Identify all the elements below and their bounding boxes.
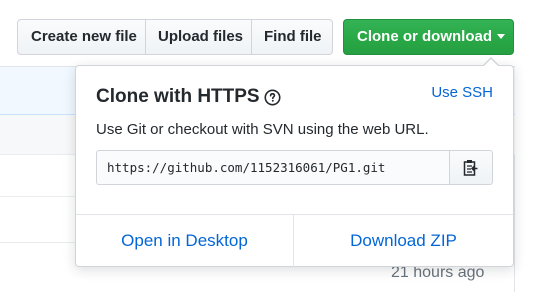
clone-actions: Open in Desktop Download ZIP — [76, 214, 513, 267]
file-actions-group: Create new file Upload files Find file — [17, 19, 333, 55]
create-new-file-button[interactable]: Create new file — [18, 20, 146, 54]
clone-url-group — [96, 150, 493, 185]
clone-dropdown: Clone with HTTPS Use SSH Use Git or chec… — [75, 57, 514, 267]
clone-panel-title: Clone with HTTPS — [96, 86, 260, 107]
open-in-desktop-button[interactable]: Open in Desktop — [76, 215, 294, 267]
clone-url-input[interactable] — [96, 150, 449, 185]
clone-or-download-button[interactable]: Clone or download — [343, 19, 514, 55]
download-zip-button[interactable]: Download ZIP — [294, 215, 513, 267]
copy-url-button[interactable] — [449, 150, 493, 185]
repo-page: 21 hours ago Create new file Upload file… — [0, 0, 549, 292]
caret-down-icon — [497, 33, 505, 39]
clipboard-icon — [463, 159, 478, 176]
find-file-button[interactable]: Find file — [252, 20, 332, 54]
clone-description: Use Git or checkout with SVN using the w… — [96, 121, 429, 138]
question-circle-icon[interactable] — [264, 89, 281, 106]
clone-or-download-label: Clone or download — [357, 28, 492, 45]
use-ssh-link[interactable]: Use SSH — [431, 84, 493, 101]
upload-files-button[interactable]: Upload files — [146, 20, 252, 54]
